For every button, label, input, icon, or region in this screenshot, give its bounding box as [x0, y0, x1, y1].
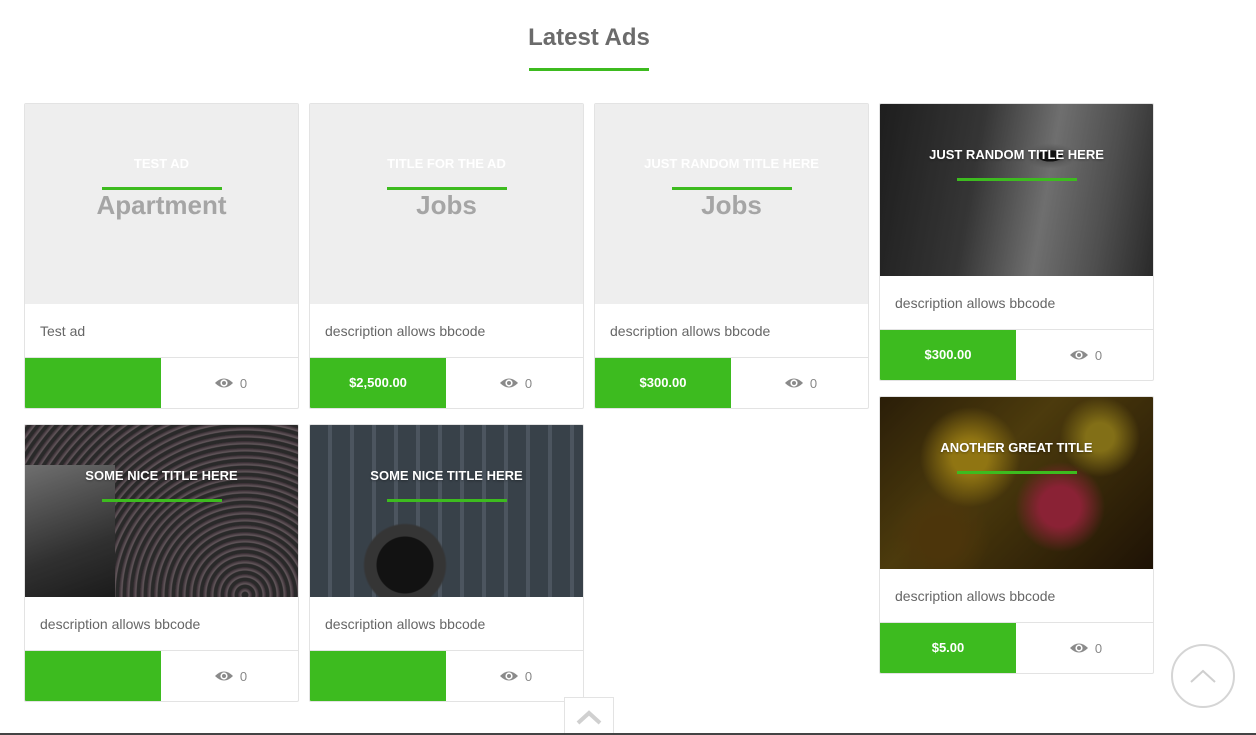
- eye-icon: [499, 378, 518, 388]
- ad-title-underline: [102, 499, 222, 502]
- ad-views: 0: [161, 358, 298, 408]
- ad-photo[interactable]: SOME NICE TITLE HERE: [310, 425, 583, 597]
- ad-card[interactable]: JUST RANDOM TITLE HERE description allow…: [879, 103, 1154, 381]
- ad-title[interactable]: TEST AD: [25, 156, 298, 171]
- ad-card[interactable]: SOME NICE TITLE HERE description allows …: [24, 424, 299, 702]
- ad-footer: 0: [25, 651, 298, 701]
- ad-title-underline: [957, 471, 1077, 474]
- eye-icon: [1069, 350, 1088, 360]
- ad-category: Apartment: [96, 190, 227, 220]
- ad-price[interactable]: [25, 651, 161, 701]
- photo-overlay: [880, 104, 1153, 276]
- photo-overlay: [880, 397, 1153, 569]
- ad-views: 0: [446, 651, 583, 701]
- ad-view-count: 0: [239, 375, 248, 391]
- ad-photo[interactable]: JUST RANDOM TITLE HERE: [880, 104, 1153, 276]
- ad-image-placeholder[interactable]: JUST RANDOM TITLE HERE Jobs: [595, 104, 868, 304]
- ad-footer: 0: [25, 358, 298, 408]
- back-to-top-button[interactable]: [1171, 644, 1235, 708]
- ad-price[interactable]: [25, 358, 161, 408]
- ad-card[interactable]: SOME NICE TITLE HERE description allows …: [309, 424, 584, 702]
- ad-footer: $2,500.00 0: [310, 358, 583, 408]
- section-title: Latest Ads: [528, 24, 650, 51]
- ad-description: description allows bbcode: [595, 304, 868, 358]
- ad-description: description allows bbcode: [25, 597, 298, 651]
- photo-overlay: [310, 425, 583, 597]
- ad-photo[interactable]: SOME NICE TITLE HERE: [25, 425, 298, 597]
- ad-views: 0: [731, 358, 868, 408]
- ad-views: 0: [161, 651, 298, 701]
- ad-views: 0: [1016, 330, 1153, 380]
- ad-description: description allows bbcode: [880, 569, 1153, 623]
- ad-view-count: 0: [239, 668, 248, 684]
- photo-overlay: [25, 425, 298, 597]
- ad-views: 0: [1016, 623, 1153, 673]
- chevron-up-icon: [1190, 669, 1216, 683]
- ad-title-underline: [387, 499, 507, 502]
- ad-price[interactable]: $300.00: [880, 330, 1016, 380]
- ad-title[interactable]: SOME NICE TITLE HERE: [25, 468, 298, 483]
- ad-footer: $5.00 0: [880, 623, 1153, 673]
- eye-icon: [1069, 643, 1088, 653]
- ad-photo[interactable]: ANOTHER GREAT TITLE: [880, 397, 1153, 569]
- eye-icon: [784, 378, 803, 388]
- ad-view-count: 0: [809, 375, 818, 391]
- ad-price[interactable]: $2,500.00: [310, 358, 446, 408]
- scroll-up-tab[interactable]: [564, 697, 614, 735]
- ad-description: description allows bbcode: [310, 304, 583, 358]
- section-title-underline: [529, 68, 649, 71]
- ad-title[interactable]: TITLE FOR THE AD: [310, 156, 583, 171]
- ad-description: description allows bbcode: [310, 597, 583, 651]
- ad-view-count: 0: [1094, 347, 1103, 363]
- eye-icon: [214, 378, 233, 388]
- ad-view-count: 0: [524, 375, 533, 391]
- ad-title[interactable]: ANOTHER GREAT TITLE: [880, 440, 1153, 455]
- ad-image-placeholder[interactable]: TEST AD Apartment: [25, 104, 298, 304]
- ad-description: Test ad: [25, 304, 298, 358]
- ad-title[interactable]: SOME NICE TITLE HERE: [310, 468, 583, 483]
- eye-icon: [499, 671, 518, 681]
- ad-views: 0: [446, 358, 583, 408]
- ad-price[interactable]: $5.00: [880, 623, 1016, 673]
- chevron-up-icon: [576, 709, 602, 724]
- ad-title[interactable]: JUST RANDOM TITLE HERE: [595, 156, 868, 171]
- ad-view-count: 0: [524, 668, 533, 684]
- ad-card[interactable]: ANOTHER GREAT TITLE description allows b…: [879, 396, 1154, 674]
- ad-card[interactable]: TEST AD Apartment Test ad 0: [24, 103, 299, 409]
- ad-price[interactable]: $300.00: [595, 358, 731, 408]
- ad-category: Jobs: [416, 190, 477, 220]
- ad-card[interactable]: JUST RANDOM TITLE HERE Jobs description …: [594, 103, 869, 409]
- ad-footer: $300.00 0: [595, 358, 868, 408]
- ad-description: description allows bbcode: [880, 276, 1153, 330]
- ad-price[interactable]: [310, 651, 446, 701]
- ad-footer: $300.00 0: [880, 330, 1153, 380]
- ad-card[interactable]: TITLE FOR THE AD Jobs description allows…: [309, 103, 584, 409]
- ad-image-placeholder[interactable]: TITLE FOR THE AD Jobs: [310, 104, 583, 304]
- ad-title-underline: [957, 178, 1077, 181]
- ad-title[interactable]: JUST RANDOM TITLE HERE: [880, 147, 1153, 162]
- ad-footer: 0: [310, 651, 583, 701]
- eye-icon: [214, 671, 233, 681]
- ad-view-count: 0: [1094, 640, 1103, 656]
- ad-category: Jobs: [701, 190, 762, 220]
